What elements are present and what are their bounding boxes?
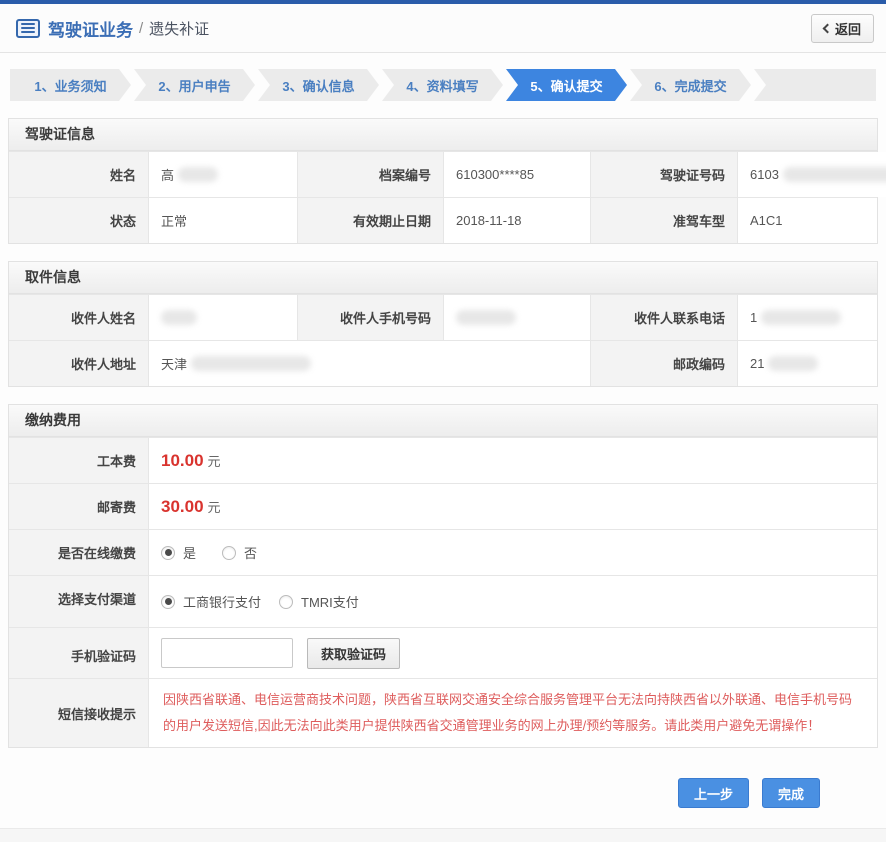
breadcrumb-current: 遗失补证 [149,18,209,39]
step-6[interactable]: 6、完成提交 [630,69,751,101]
recipient-mobile-value [444,295,591,340]
radio-selected-icon[interactable] [161,546,175,560]
work-fee-label: 工本费 [9,438,149,483]
bottom-strip [0,828,886,842]
license-info-section: 驾驶证信息 姓名 高 档案编号 610300****85 驾驶证号码 6103 … [8,118,878,244]
license-list-icon [16,19,40,38]
page-title: 驾驶证业务 [48,16,133,41]
pickup-info-title: 取件信息 [9,262,877,294]
radio-selected-icon[interactable] [161,595,175,609]
channel-option-tmri[interactable]: TMRI支付 [279,592,359,611]
postal-code-label: 邮政编码 [591,341,738,386]
step-3[interactable]: 3、确认信息 [258,69,379,101]
payment-title: 缴纳费用 [9,405,877,437]
recipient-name-label: 收件人姓名 [9,295,149,340]
name-value: 高 [149,152,298,197]
redacted-value [783,167,886,182]
step-2[interactable]: 2、用户申告 [134,69,255,101]
finish-button[interactable]: 完成 [762,778,820,808]
expiry-value: 2018-11-18 [444,198,591,243]
sms-code-label: 手机验证码 [9,628,149,678]
redacted-value [161,310,197,325]
file-no-label: 档案编号 [298,152,444,197]
vehicle-class-label: 准驾车型 [591,198,738,243]
file-no-value: 610300****85 [444,152,591,197]
mail-fee-label: 邮寄费 [9,484,149,529]
expiry-label: 有效期止日期 [298,198,444,243]
step-5-active[interactable]: 5、确认提交 [506,69,627,101]
status-value: 正常 [149,198,298,243]
recipient-mobile-label: 收件人手机号码 [298,295,444,340]
breadcrumb-separator: / [139,20,143,37]
redacted-value [456,310,516,325]
table-row: 工本费 10.00元 [9,437,877,483]
table-row: 短信接收提示 因陕西省联通、电信运营商技术问题，陕西省互联网交通安全综合服务管理… [9,678,877,747]
table-row: 邮寄费 30.00元 [9,483,877,529]
online-pay-label: 是否在线缴费 [9,530,149,575]
redacted-value [191,356,311,371]
license-no-value: 6103 [738,152,886,197]
sms-code-cell: 获取验证码 [149,628,877,678]
channel-option-icbc[interactable]: 工商银行支付 [161,592,261,611]
pay-channel-label: 选择支付渠道 [9,576,149,627]
page-header: 驾驶证业务 / 遗失补证 返回 [0,4,886,53]
get-code-button[interactable]: 获取验证码 [307,638,400,669]
pickup-info-section: 取件信息 收件人姓名 收件人手机号码 收件人联系电话 1 收件人地址 天津 邮政… [8,261,878,387]
mail-fee-value: 30.00元 [149,484,877,529]
redacted-value [178,167,218,182]
footer-actions: 上一步 完成 [0,748,886,828]
postal-code-value: 21 [738,341,877,386]
payment-section: 缴纳费用 工本费 10.00元 邮寄费 30.00元 是否在线缴费 是 否 [8,404,878,748]
table-row: 手机验证码 获取验证码 [9,627,877,678]
back-chevron-icon [823,23,833,33]
vehicle-class-value: A1C1 [738,198,877,243]
work-fee-value: 10.00元 [149,438,877,483]
radio-unselected-icon[interactable] [222,546,236,560]
step-4[interactable]: 4、资料填写 [382,69,503,101]
back-button[interactable]: 返回 [811,14,874,43]
table-row: 选择支付渠道 工商银行支付 TMRI支付 [9,575,877,627]
license-info-title: 驾驶证信息 [9,119,877,151]
name-label: 姓名 [9,152,149,197]
sms-notice-text: 因陕西省联通、电信运营商技术问题，陕西省互联网交通安全综合服务管理平台无法向持陕… [149,679,877,747]
recipient-phone-label: 收件人联系电话 [591,295,738,340]
redacted-value [768,356,818,371]
table-row: 是否在线缴费 是 否 [9,529,877,575]
step-bar-filler [754,69,876,101]
table-row: 收件人姓名 收件人手机号码 收件人联系电话 1 [9,294,877,340]
recipient-name-value [149,295,298,340]
step-wizard: 1、业务须知 2、用户申告 3、确认信息 4、资料填写 5、确认提交 6、完成提… [10,69,876,101]
pay-channel-options: 工商银行支付 TMRI支付 [149,576,877,627]
online-pay-option-no[interactable]: 否 [222,543,257,562]
previous-step-button[interactable]: 上一步 [678,778,749,808]
license-no-label: 驾驶证号码 [591,152,738,197]
table-row: 姓名 高 档案编号 610300****85 驾驶证号码 6103 [9,151,877,197]
table-row: 状态 正常 有效期止日期 2018-11-18 准驾车型 A1C1 [9,197,877,243]
recipient-address-label: 收件人地址 [9,341,149,386]
online-pay-options: 是 否 [149,530,877,575]
sms-code-input[interactable] [161,638,293,668]
online-pay-option-yes[interactable]: 是 [161,543,196,562]
page: 驾驶证业务 / 遗失补证 返回 1、业务须知 2、用户申告 3、确认信息 4、资… [0,0,886,842]
sms-notice-label: 短信接收提示 [9,679,149,747]
recipient-phone-value: 1 [738,295,877,340]
status-label: 状态 [9,198,149,243]
table-row: 收件人地址 天津 邮政编码 21 [9,340,877,386]
redacted-value [761,310,841,325]
recipient-address-value: 天津 [149,341,591,386]
back-button-label: 返回 [835,19,861,38]
step-1[interactable]: 1、业务须知 [10,69,131,101]
radio-unselected-icon[interactable] [279,595,293,609]
